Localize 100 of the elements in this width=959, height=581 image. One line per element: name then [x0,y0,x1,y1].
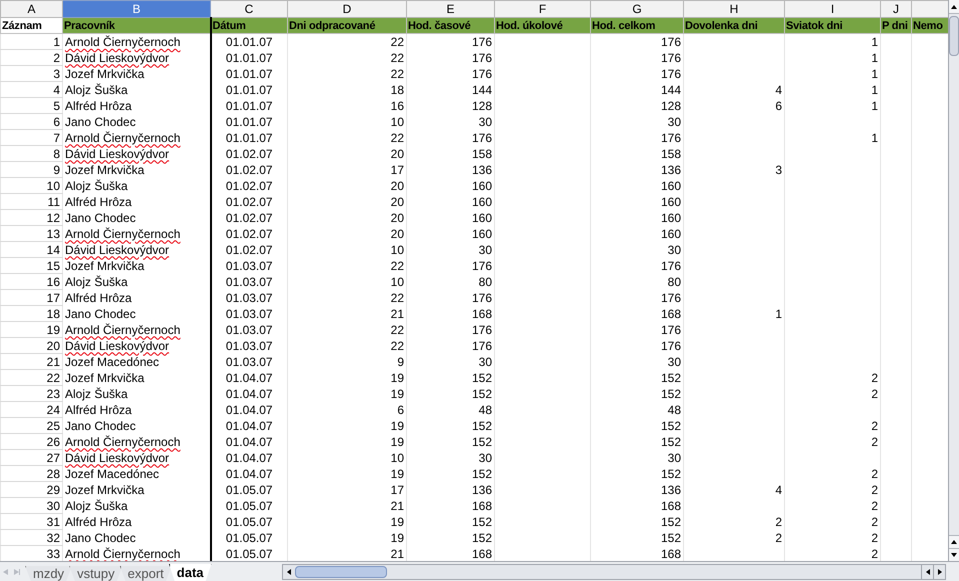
table-cell: 19 [390,466,404,480]
table-cell: 10 [390,114,404,128]
table-cell: 01.01.07 [226,82,273,96]
table-cell: 152 [660,530,681,544]
table-cell: 158 [660,146,681,160]
column-header[interactable]: H [684,0,784,18]
table-cell: 176 [660,322,681,336]
table-cell: 2 [871,434,878,448]
skip-end-icon [14,568,21,574]
column-header[interactable]: G [590,0,684,18]
table-cell: 24 [46,402,60,416]
scroll-thumb[interactable] [949,16,959,56]
table-cell: 01.02.07 [226,178,273,192]
name-cell: Dávid Lieskovýdvor [65,338,170,352]
column-heading: Dni odpracované [288,18,406,34]
table-cell: 176 [472,66,492,80]
table-cell: 16 [46,274,60,288]
table-cell: 30 [46,498,60,512]
table-cell: 26 [46,434,60,448]
table-cell: 01.01.07 [226,66,273,80]
name-cell: Jozef Macedónec [65,354,160,368]
table-cell: 01.02.07 [226,242,273,256]
table-cell: 152 [660,370,681,384]
table-cell: 168 [660,498,681,512]
table-cell: 21 [390,306,404,320]
sheet-tab[interactable]: vstupy [69,566,123,581]
table-cell: 9 [53,162,60,176]
table-cell: 01.01.07 [226,98,273,112]
table-cell: 176 [472,258,492,272]
table-cell: 21 [46,354,60,368]
table-cell: 30 [478,242,492,256]
name-cell: Jozef Mrkvička [65,162,144,176]
table-cell: 1 [871,50,878,64]
table-cell: 176 [472,34,492,49]
table-cell: 48 [478,402,492,416]
table-cell: 160 [660,226,681,240]
column-heading: Dovolenka dni [684,18,784,34]
table-cell: 30 [478,114,492,128]
column-heading: Dátum [210,18,288,34]
table-cell: 4 [775,482,782,496]
table-cell: 17 [390,162,404,176]
name-cell: Alojz Šuška [65,82,128,96]
scroll-down-button[interactable] [949,548,959,561]
table-cell: 168 [472,306,492,320]
table-cell: 25 [46,418,60,432]
column-header[interactable]: J [880,0,912,18]
column-header[interactable]: I [784,0,880,18]
table-cell: 176 [660,290,681,304]
name-cell: Alojz Šuška [65,386,128,400]
name-cell: Alojz Šuška [65,498,128,512]
column-header[interactable]: F [494,0,590,18]
column-heading: Sviatok dni [784,18,880,34]
name-cell: Arnold Čiernyčernoch [65,34,180,49]
horizontal-scrollbar[interactable] [282,564,946,580]
table-cell: 01.05.07 [226,530,273,544]
table-cell: 15 [46,258,60,272]
table-cell: 2 [871,514,878,528]
table-cell: 7 [53,130,60,144]
table-cell: 20 [390,210,404,224]
vertical-scrollbar[interactable] [948,0,959,561]
table-cell: 176 [660,258,681,272]
table-cell: 21 [390,498,404,512]
table-cell: 20 [390,194,404,208]
sheet-tab[interactable]: mzdy [25,566,72,581]
name-cell: Alfréd Hrôza [65,514,132,528]
scroll-up-button[interactable] [949,0,959,14]
column-header[interactable]: C [210,0,288,18]
sheet-tab[interactable]: data [168,564,212,581]
column-header[interactable]: E [406,0,494,18]
scroll-thumb[interactable] [295,566,387,578]
table-cell: 01.03.07 [226,338,273,352]
name-cell: Alfréd Hrôza [65,194,132,208]
table-cell: 144 [660,82,681,96]
table-cell: 2 [775,530,782,544]
table-cell: 01.05.07 [226,498,273,512]
scroll-left-button[interactable] [921,564,933,578]
table-cell: 152 [660,434,681,448]
sheet-tab[interactable]: export [120,566,172,581]
column-header[interactable]: A [0,0,62,18]
table-cell: 80 [478,274,492,288]
table-cell: 13 [46,226,60,240]
table-cell: 160 [660,210,681,224]
table-cell: 6 [53,114,60,128]
table-cell: 20 [390,146,404,160]
table-cell: 136 [472,482,492,496]
name-cell: Arnold Čiernyčernoch [65,546,180,560]
table-cell: 01.04.07 [226,370,273,384]
table-cell: 19 [390,370,404,384]
column-heading: Hod. časové [406,18,494,34]
table-cell: 20 [390,226,404,240]
table-cell: 30 [668,242,681,256]
table-cell: 128 [660,98,681,112]
column-header[interactable]: D [288,0,406,18]
column-header[interactable]: B [62,0,210,18]
table-cell: 19 [46,322,60,336]
name-cell: Jano Chodec [65,210,136,224]
scroll-up-button[interactable] [949,535,959,548]
table-cell: 19 [390,434,404,448]
table-cell: 176 [660,130,681,144]
table-cell: 176 [660,66,681,80]
